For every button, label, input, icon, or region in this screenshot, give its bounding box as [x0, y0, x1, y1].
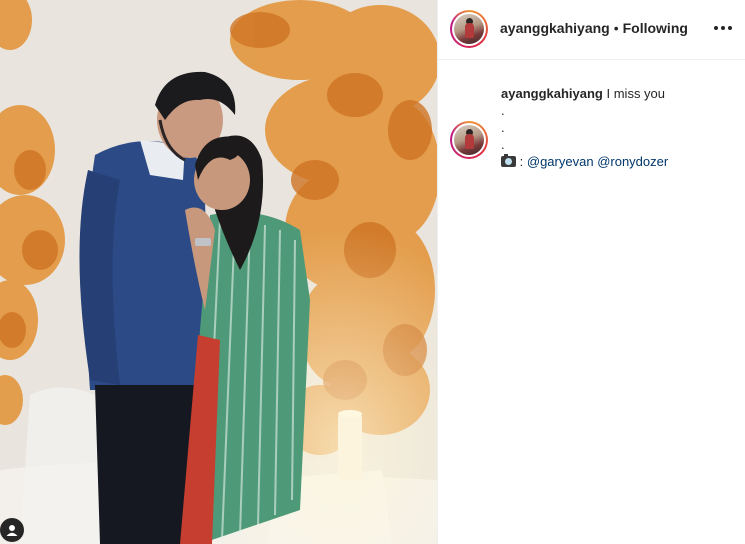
caption-first-line: ayanggkahiyang I miss you — [501, 85, 739, 102]
mention-link[interactable]: @garyevan — [527, 154, 594, 169]
photo-credit-line: : @garyevan @ronydozer — [501, 153, 739, 170]
user-tag-icon — [6, 525, 18, 536]
user-tag-button[interactable] — [0, 518, 24, 542]
post-side-panel: ayanggkahiyang • Following ayanggkahiyang … — [437, 0, 745, 544]
caption-dot: . — [501, 120, 505, 135]
caption-dot: . — [501, 103, 505, 118]
profile-avatar[interactable] — [450, 10, 488, 48]
caption-dot: . — [501, 137, 505, 152]
post-photo[interactable] — [0, 0, 437, 544]
mention-link[interactable]: @ronydozer — [597, 154, 668, 169]
caption-avatar[interactable] — [450, 121, 488, 159]
header-text: ayanggkahiyang • Following — [500, 20, 688, 36]
header-separator: • — [613, 20, 619, 36]
more-options-icon[interactable] — [711, 16, 735, 40]
following-button[interactable]: Following — [623, 20, 688, 36]
photo-illustration — [0, 0, 437, 544]
camera-emoji-icon — [501, 154, 516, 167]
header-username[interactable]: ayanggkahiyang — [500, 20, 610, 36]
caption-username[interactable]: ayanggkahiyang — [501, 86, 603, 101]
post-caption: ayanggkahiyang I miss you . . . : @garye… — [501, 85, 739, 170]
caption-text: I miss you — [606, 86, 666, 101]
credit-prefix: : — [519, 154, 524, 169]
post-header: ayanggkahiyang • Following — [438, 0, 745, 60]
